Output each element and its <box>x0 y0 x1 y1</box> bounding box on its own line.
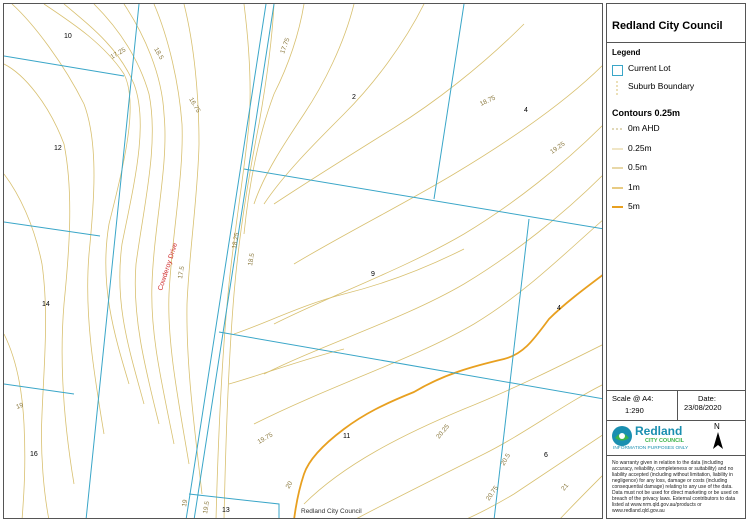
lot-label: 11 <box>343 433 350 440</box>
contour-label: 19.5 <box>202 500 211 514</box>
lot-label: 14 <box>42 301 50 308</box>
contour-line <box>560 475 602 518</box>
lot-boundaries <box>4 4 602 518</box>
map-attribution: Redland City Council <box>301 508 362 515</box>
date-box: Date: 23/08/2020 <box>677 390 746 420</box>
lot-label: 9 <box>371 271 375 278</box>
legend-label: 0.25m <box>628 143 652 153</box>
contour-label: 21 <box>560 482 570 492</box>
contour-swatch <box>612 206 623 208</box>
contour-label: 18.25 <box>231 232 241 250</box>
contour-label: 17.5 <box>177 265 186 279</box>
contour-line <box>43 4 131 385</box>
contour-label: 19.25 <box>549 140 567 155</box>
lot-boundary <box>85 4 140 518</box>
legend-label: Suburb Boundary <box>628 81 695 91</box>
contour-line <box>93 4 160 425</box>
contour-swatch <box>612 148 623 150</box>
legend-label: Current Lot <box>628 63 671 73</box>
lot-boundary <box>4 55 125 77</box>
contour-line <box>153 4 190 465</box>
lot-boundary <box>493 218 530 518</box>
contour-line <box>263 4 425 205</box>
map-view[interactable]: 10 2 4 12 9 14 4 11 16 6 13 17.25 18.5 1… <box>3 3 603 519</box>
lot-label: 6 <box>544 452 548 459</box>
contour-line <box>243 4 305 235</box>
lot-boundary <box>433 4 465 200</box>
lot-label: 10 <box>64 33 72 40</box>
contour-line <box>233 248 465 335</box>
contours-title: Contours 0.25m <box>612 108 681 118</box>
legend-label: 5m <box>628 201 640 211</box>
lot-label: 4 <box>557 305 561 312</box>
contour-swatch <box>612 167 623 169</box>
contour-line <box>183 4 203 495</box>
contour-line <box>356 384 602 518</box>
scale-label: Scale @ A4: <box>612 394 654 403</box>
logo-sub: CITY COUNCIL <box>645 438 685 444</box>
street-name: Cowderoy Drive <box>157 242 179 292</box>
contour-line <box>11 4 105 435</box>
contour-line <box>303 344 602 505</box>
divider <box>607 42 745 43</box>
contour-line <box>4 63 75 485</box>
contour-line <box>228 348 345 385</box>
map-canvas: 10 2 4 12 9 14 4 11 16 6 13 17.25 18.5 1… <box>4 4 602 518</box>
north-letter: N <box>714 422 720 431</box>
lot-boundary <box>243 168 602 230</box>
contour-line <box>273 23 525 205</box>
contour-line <box>215 4 251 518</box>
logo-name: Redland <box>635 424 683 438</box>
date-label: Date: <box>698 394 716 403</box>
contour-line <box>467 434 602 518</box>
legend-label: 0.5m <box>628 162 647 172</box>
disclaimer-text: No warranty given in relation to the dat… <box>612 460 739 514</box>
contour-label: 16.75 <box>187 97 201 115</box>
lot-label: 2 <box>352 94 356 101</box>
contour-label: 19 <box>15 402 25 411</box>
contour-label: 18.5 <box>152 47 165 62</box>
contour-line <box>123 4 175 445</box>
legend-label: 1m <box>628 182 640 192</box>
scale-box: Scale @ A4: 1:290 <box>607 390 677 420</box>
contour-label: 17.75 <box>279 37 291 55</box>
contour-label: 19 <box>181 499 189 508</box>
contour-line <box>263 175 602 375</box>
contour-line <box>253 220 602 425</box>
redland-logo-icon <box>612 426 632 446</box>
contour-label: 18.5 <box>247 252 256 266</box>
contour-line <box>293 65 602 265</box>
contour-label: 19.75 <box>257 431 275 445</box>
contour-swatch <box>612 128 623 130</box>
current-lot-swatch <box>612 65 623 76</box>
lot-boundary <box>218 331 602 400</box>
date-value: 23/08/2020 <box>684 403 722 412</box>
suburb-boundary-swatch <box>616 81 618 95</box>
lot-label: 13 <box>222 507 230 514</box>
contour-label: 18.75 <box>479 94 497 107</box>
divider <box>607 455 745 456</box>
map-info-panel: Redland City Council Legend Current Lot … <box>606 3 746 519</box>
legend-title: Legend <box>612 48 641 57</box>
council-title: Redland City Council <box>612 20 723 32</box>
lot-label: 16 <box>30 451 38 458</box>
contour-swatch <box>612 187 623 189</box>
legend-label: 0m AHD <box>628 123 660 133</box>
lot-label: 4 <box>524 107 528 114</box>
contour-label: 20 <box>285 480 295 490</box>
contour-label: 20.25 <box>435 423 451 440</box>
lot-label: 12 <box>54 145 62 152</box>
lot-boundary <box>4 221 101 237</box>
scale-value: 1:290 <box>625 406 644 415</box>
council-logo: Redland CITY COUNCIL INFORMATION PURPOSE… <box>607 420 745 454</box>
contour-line <box>4 333 26 518</box>
logo-note: INFORMATION PURPOSES ONLY <box>613 446 689 451</box>
contour-labels: 17.25 18.5 16.75 17.75 18.75 19.25 17.5 … <box>15 37 570 515</box>
north-arrow-icon <box>713 432 723 449</box>
